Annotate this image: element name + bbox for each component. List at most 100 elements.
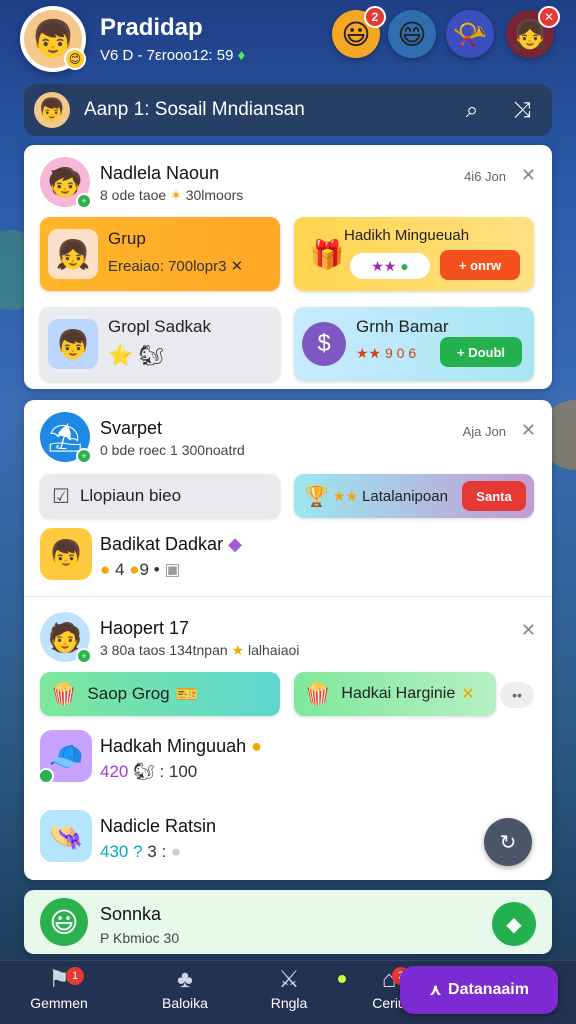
check-icon: ☑ — [52, 485, 70, 508]
girl-avatar-icon[interactable]: 👧 ✕ — [506, 6, 560, 58]
explore-row-button[interactable]: ☑ Llopiaun bieo — [40, 474, 280, 518]
star-icon: ✶ — [170, 187, 182, 203]
user-avatar[interactable]: 🧑 + — [40, 612, 92, 664]
post-time: 4i6 Jon — [464, 169, 506, 184]
search-icon[interactable]: ⌕ — [452, 90, 492, 130]
girl-avatar-icon: 👧 — [48, 229, 98, 279]
item-name: Badikat Dadkar ◆ — [100, 534, 242, 554]
online-dot — [38, 768, 54, 784]
app-subtitle: V6 D - 7εrooo12: 59 ♦ — [100, 47, 246, 64]
list-item[interactable]: 🧢 Hadkah Minguuah ● 420 🐿 : 100 — [38, 730, 536, 794]
nav-label: Baloika — [162, 995, 208, 1011]
post-time: Aja Jon — [462, 424, 506, 439]
profile-avatar[interactable]: 👦 😊 — [20, 6, 86, 72]
boy-cap-avatar-icon: 🧢 — [38, 730, 92, 784]
close-icon[interactable]: ✕ — [521, 165, 536, 186]
coin-icon: $ — [302, 322, 346, 366]
user-name[interactable]: Svarpet — [100, 418, 162, 439]
nav-item-gemmen[interactable]: ⚑ Gemmen 1 — [14, 965, 104, 1021]
group-tile[interactable]: 👧 Grup Ereaiao: 700lopr3 ✕ — [40, 217, 280, 291]
tile-icons: ⭐ 🐿 — [108, 345, 164, 367]
online-dot: + — [76, 648, 92, 664]
list-item[interactable]: 👦 Badikat Dadkar ◆ ● 4 ●9 • ▣ — [40, 528, 536, 592]
reward-chips: ★★ ● — [350, 253, 430, 279]
trophy-icon: 🏆 — [304, 485, 329, 508]
close-icon[interactable]: ✕ — [521, 420, 536, 441]
post-card: 😃 Sonnka P Kbmioc 30 ◆ — [24, 890, 552, 954]
nav-label: Rngla — [270, 995, 308, 1011]
ticket-icon: 🎫 — [175, 683, 199, 704]
bow-icon: ✕ — [461, 686, 475, 703]
user-name[interactable]: Haopert 17 — [100, 618, 189, 639]
online-dot: + — [76, 193, 92, 209]
promo-row-button[interactable]: 🏆 ★★ Latalanipoan Santa — [294, 474, 534, 518]
group-detail-tile[interactable]: 👦 Gropl Sadkak ⭐ 🐿 — [40, 307, 280, 381]
item-stats: 420 🐿 : 100 — [100, 762, 198, 781]
girl-hat-avatar-icon: 👒 — [40, 810, 92, 862]
profile-badge-icon: 😊 — [64, 48, 86, 70]
row-label: Hadkai Harginie — [341, 685, 456, 702]
user-meta: P Kbmioc 30 — [100, 930, 180, 946]
row-label: Saop Grog — [87, 684, 170, 703]
swords-icon: ⚔ — [278, 966, 300, 993]
emoji-icon[interactable]: 😃 2 — [332, 6, 386, 58]
row-label: Latalanipoan — [362, 487, 448, 505]
nav-badge: 1 — [66, 967, 84, 985]
cta-button[interactable]: ⋏ Datanaaim — [400, 966, 558, 1014]
search-avatar-icon: 👦 — [34, 92, 70, 128]
search-bar[interactable]: 👦 Aanp 1: Sosail Mndiansan ⌕ ⤨ — [24, 84, 552, 136]
horn-icon[interactable]: 📯 — [446, 10, 494, 58]
claim-button[interactable]: + onrw — [440, 250, 520, 280]
tile-subtitle: ★★ 9 0 6 — [356, 345, 417, 361]
go-button[interactable]: ◆ — [492, 902, 536, 946]
shuffle-icon[interactable]: ⤨ — [502, 90, 542, 130]
tile-title: Grnh Bamar — [356, 317, 449, 336]
close-icon[interactable]: ✕ — [521, 620, 536, 641]
notification-badge: 2 — [364, 6, 386, 28]
face-icon[interactable]: 😄 — [388, 10, 436, 58]
item-stats: ● 4 ●9 • ▣ — [100, 560, 181, 579]
green-avatar-icon[interactable]: 😃 — [40, 898, 88, 946]
search-text[interactable]: Aanp 1: Sosail Mndiansan — [84, 99, 452, 121]
post-card: ⛱ + Svarpet 0 bde roec 1 300noatrd Aja Jo… — [24, 400, 552, 880]
close-badge: ✕ — [538, 6, 560, 28]
nav-label: Gemmen — [30, 995, 88, 1011]
more-button[interactable]: •• — [500, 682, 534, 708]
tile-title: Gropl Sadkak — [108, 317, 211, 336]
user-avatar[interactable]: 🧒 + — [40, 157, 92, 209]
double-button[interactable]: + Doubl — [440, 337, 522, 367]
post-card: 🧒 + Nadlela Naoun 8 ode taoe ✶ 30lmoors 4… — [24, 145, 552, 389]
boy-avatar-icon: 👦 — [48, 319, 98, 369]
reward-tile[interactable]: $ Grnh Bamar ★★ 9 0 6 + Doubl — [294, 307, 534, 381]
chevron-up-icon: ⋏ — [429, 982, 443, 999]
group-row-button[interactable]: 🍿 Saop Grog 🎫 — [40, 672, 280, 716]
online-dot: + — [76, 448, 92, 464]
cta-label: Datanaaim — [448, 981, 529, 998]
gift-row-button[interactable]: 🍿 Hadkai Harginie ✕ — [294, 672, 496, 716]
stars-icon: ★★ — [332, 487, 359, 504]
boy-avatar-icon: 👦 — [40, 528, 92, 580]
divider — [24, 596, 552, 597]
gift-tile[interactable]: 🎁 Hadikh Mingueuah ★★ ● + onrw — [294, 217, 534, 291]
item-name: Hadkah Minguuah ● — [100, 736, 262, 756]
user-name[interactable]: Sonnka — [100, 904, 161, 925]
row-label: Llopiaun bieo — [79, 486, 182, 505]
app-header: 👦 😊 Pradidap V6 D - 7εrooo12: 59 ♦ 😃 2 😄 📯… — [0, 0, 576, 80]
popcorn-icon: 🍿 — [304, 681, 332, 706]
refresh-button[interactable]: ↻ — [484, 818, 532, 866]
list-item[interactable]: 👒 Nadicle Ratsin 430 ? 3 : ● — [40, 810, 536, 874]
nav-item-rngla[interactable]: ⚔ Rngla — [244, 965, 334, 1021]
user-avatar[interactable]: ⛱ + — [40, 412, 92, 464]
tile-title: Grup — [108, 229, 146, 248]
flag-icon: ⚑ — [48, 966, 70, 993]
start-button[interactable]: Santa — [462, 481, 526, 511]
user-meta: 0 bde roec 1 300noatrd — [100, 442, 245, 458]
user-meta: 8 ode taoe ✶ 30lmoors — [100, 187, 244, 203]
app-title: Pradidap — [100, 14, 203, 41]
nav-item-baloika[interactable]: ♣ Baloika — [140, 965, 230, 1021]
item-stats: 430 ? 3 : ● — [100, 842, 182, 861]
user-meta: 3 80a taos 134tnpan ★ lalhaiaoi — [100, 642, 300, 658]
user-name[interactable]: Nadlela Naoun — [100, 163, 219, 184]
tile-title: Hadikh Mingueuah — [344, 227, 470, 244]
item-name: Nadicle Ratsin — [100, 816, 217, 836]
